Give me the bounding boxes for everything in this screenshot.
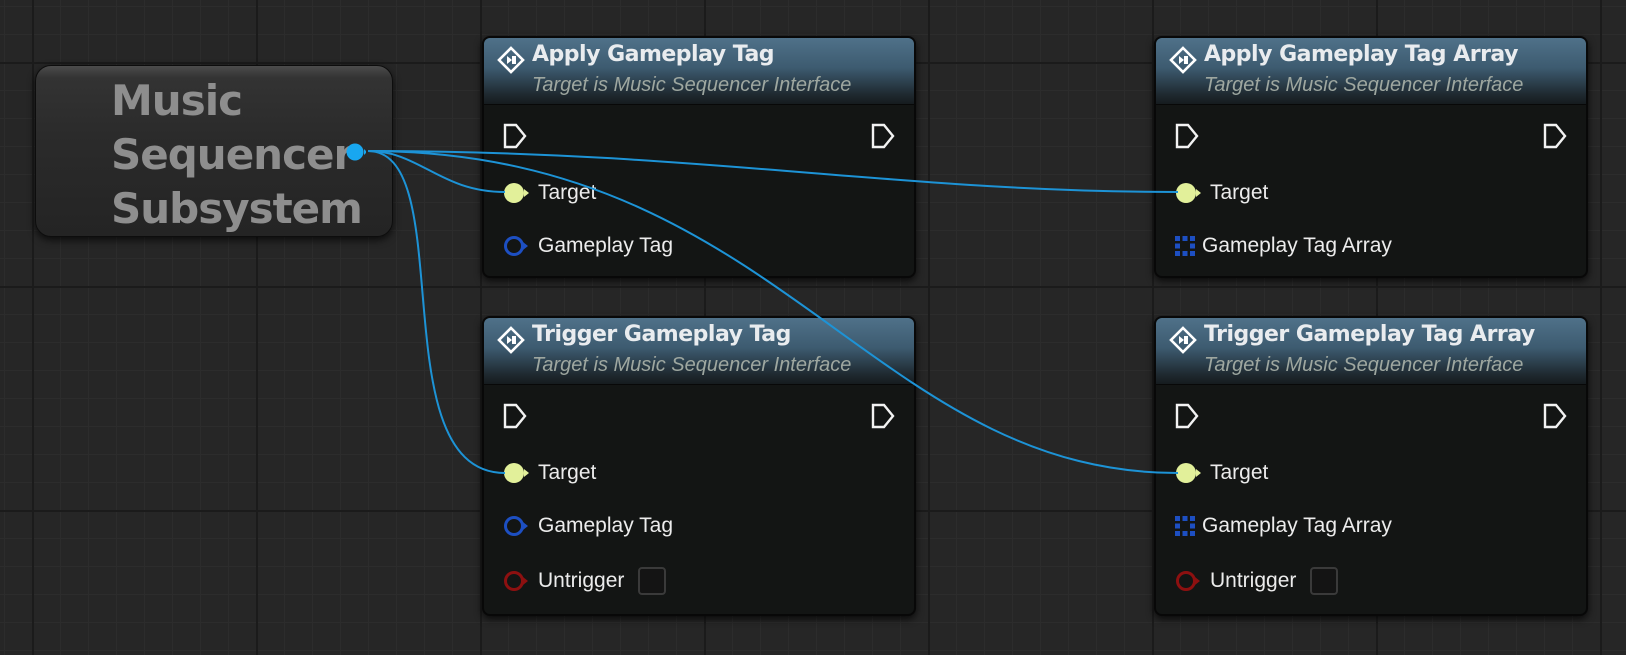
untrigger-checkbox[interactable] <box>638 567 667 595</box>
node-subtitle: Target is Music Sequencer Interface <box>1204 74 1524 96</box>
trigger-gameplay-tag-array-node[interactable]: Trigger Gameplay Tag Array Target is Mus… <box>1154 316 1588 616</box>
gameplay-tag-array-pin-label: Gameplay Tag Array <box>1202 234 1392 257</box>
node-title: Apply Gameplay Tag Array <box>1204 42 1518 67</box>
exec-output-pin-icon[interactable] <box>870 402 896 430</box>
untrigger-pin-label: Untrigger <box>538 569 625 592</box>
struct-pin-icon[interactable] <box>502 234 530 258</box>
node-subtitle: Target is Music Sequencer Interface <box>532 74 852 96</box>
exec-input-pin-icon[interactable] <box>1174 402 1200 430</box>
node-title: Trigger Gameplay Tag Array <box>1204 322 1535 347</box>
target-pin-label: Target <box>1210 181 1269 204</box>
bool-pin-icon[interactable] <box>502 569 530 593</box>
function-icon <box>1169 46 1197 74</box>
bool-pin-icon[interactable] <box>1174 569 1202 593</box>
exec-output-pin-icon[interactable] <box>870 122 896 150</box>
target-pin-row[interactable]: Target <box>502 458 596 488</box>
target-pin-row[interactable]: Target <box>1174 178 1268 208</box>
function-icon <box>1169 326 1197 354</box>
getter-node-title: Music Sequencer Subsystem <box>111 74 363 236</box>
target-pin-label: Target <box>538 461 597 484</box>
target-pin-row[interactable]: Target <box>502 178 596 208</box>
gameplay-tag-pin-row[interactable]: Gameplay Tag <box>502 511 673 541</box>
gameplay-tag-pin-label: Gameplay Tag <box>538 514 674 537</box>
node-subtitle: Target is Music Sequencer Interface <box>1204 354 1524 376</box>
trigger-gameplay-tag-node[interactable]: Trigger Gameplay Tag Target is Music Seq… <box>482 316 916 616</box>
function-icon <box>497 326 525 354</box>
gameplay-tag-array-pin-row[interactable]: Gameplay Tag Array <box>1174 511 1392 541</box>
getter-title-line: Music <box>111 76 243 125</box>
array-pin-icon[interactable] <box>1174 515 1196 537</box>
node-header: Trigger Gameplay Tag Target is Music Seq… <box>484 318 914 385</box>
gameplay-tag-pin-row[interactable]: Gameplay Tag <box>502 231 673 261</box>
untrigger-pin-row[interactable]: Untrigger <box>1174 566 1339 596</box>
node-title: Trigger Gameplay Tag <box>532 322 791 347</box>
gameplay-tag-array-pin-row[interactable]: Gameplay Tag Array <box>1174 231 1392 261</box>
target-pin-row[interactable]: Target <box>1174 458 1268 488</box>
struct-pin-icon[interactable] <box>502 514 530 538</box>
gameplay-tag-pin-label: Gameplay Tag <box>538 234 674 257</box>
array-pin-icon[interactable] <box>1174 235 1196 257</box>
target-pin-icon[interactable] <box>1174 181 1202 205</box>
getter-title-line: Sequencer <box>111 130 354 179</box>
function-icon <box>497 46 525 74</box>
apply-gameplay-tag-array-node[interactable]: Apply Gameplay Tag Array Target is Music… <box>1154 36 1588 278</box>
gameplay-tag-array-pin-label: Gameplay Tag Array <box>1202 514 1392 537</box>
exec-input-pin-icon[interactable] <box>502 402 528 430</box>
node-header: Apply Gameplay Tag Array Target is Music… <box>1156 38 1586 105</box>
node-header: Trigger Gameplay Tag Array Target is Mus… <box>1156 318 1586 385</box>
exec-output-pin-icon[interactable] <box>1542 122 1568 150</box>
target-pin-icon[interactable] <box>1174 461 1202 485</box>
getter-title-line: Subsystem <box>111 184 363 233</box>
apply-gameplay-tag-node[interactable]: Apply Gameplay Tag Target is Music Seque… <box>482 36 916 278</box>
exec-input-pin-icon[interactable] <box>502 122 528 150</box>
target-pin-icon[interactable] <box>502 181 530 205</box>
music-sequencer-subsystem-node[interactable]: Music Sequencer Subsystem <box>35 65 393 237</box>
target-pin-label: Target <box>1210 461 1269 484</box>
node-subtitle: Target is Music Sequencer Interface <box>532 354 852 376</box>
untrigger-checkbox[interactable] <box>1310 567 1339 595</box>
node-title: Apply Gameplay Tag <box>532 42 775 67</box>
node-header: Apply Gameplay Tag Target is Music Seque… <box>484 38 914 105</box>
untrigger-pin-row[interactable]: Untrigger <box>502 566 667 596</box>
object-reference-pin-icon[interactable] <box>346 142 366 162</box>
untrigger-pin-label: Untrigger <box>1210 569 1297 592</box>
target-pin-label: Target <box>538 181 597 204</box>
target-pin-icon[interactable] <box>502 461 530 485</box>
exec-input-pin-icon[interactable] <box>1174 122 1200 150</box>
exec-output-pin-icon[interactable] <box>1542 402 1568 430</box>
